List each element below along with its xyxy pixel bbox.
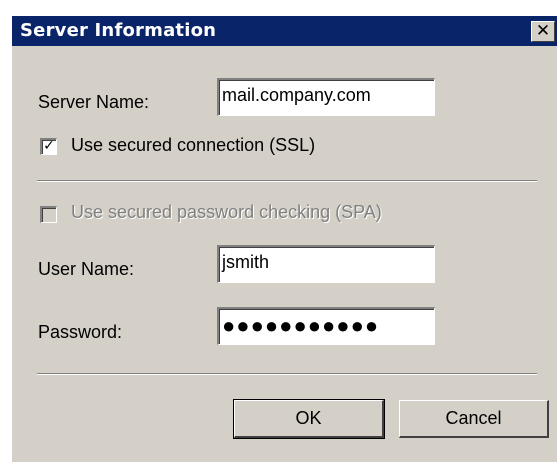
user-name-label: User Name: <box>38 259 135 279</box>
title-bar[interactable]: Server Information ✕ <box>12 16 557 46</box>
password-input[interactable]: ●●●●●●●●●●● <box>217 307 435 345</box>
ssl-checkbox[interactable]: ✓ <box>40 138 57 155</box>
server-name-input[interactable]: mail.company.com <box>217 78 435 116</box>
server-information-dialog: Server Information ✕ Server Name: mail.c… <box>12 16 557 462</box>
ok-button[interactable]: OK <box>233 399 385 439</box>
password-label: Password: <box>38 322 123 342</box>
ssl-checkbox-label[interactable]: Use secured connection (SSL) <box>71 135 315 156</box>
close-icon: ✕ <box>535 21 551 41</box>
spa-checkbox-label: Use secured password checking (SPA) <box>71 202 382 222</box>
checkmark-icon: ✓ <box>43 138 55 154</box>
user-name-input[interactable]: jsmith <box>217 245 435 283</box>
cancel-button[interactable]: Cancel <box>399 400 549 438</box>
server-name-label: Server Name: <box>38 92 150 112</box>
dialog-title: Server Information <box>20 20 217 41</box>
spa-checkbox[interactable] <box>40 206 57 223</box>
separator-bottom <box>37 373 537 375</box>
close-button[interactable]: ✕ <box>531 21 555 42</box>
separator-top <box>37 180 537 182</box>
